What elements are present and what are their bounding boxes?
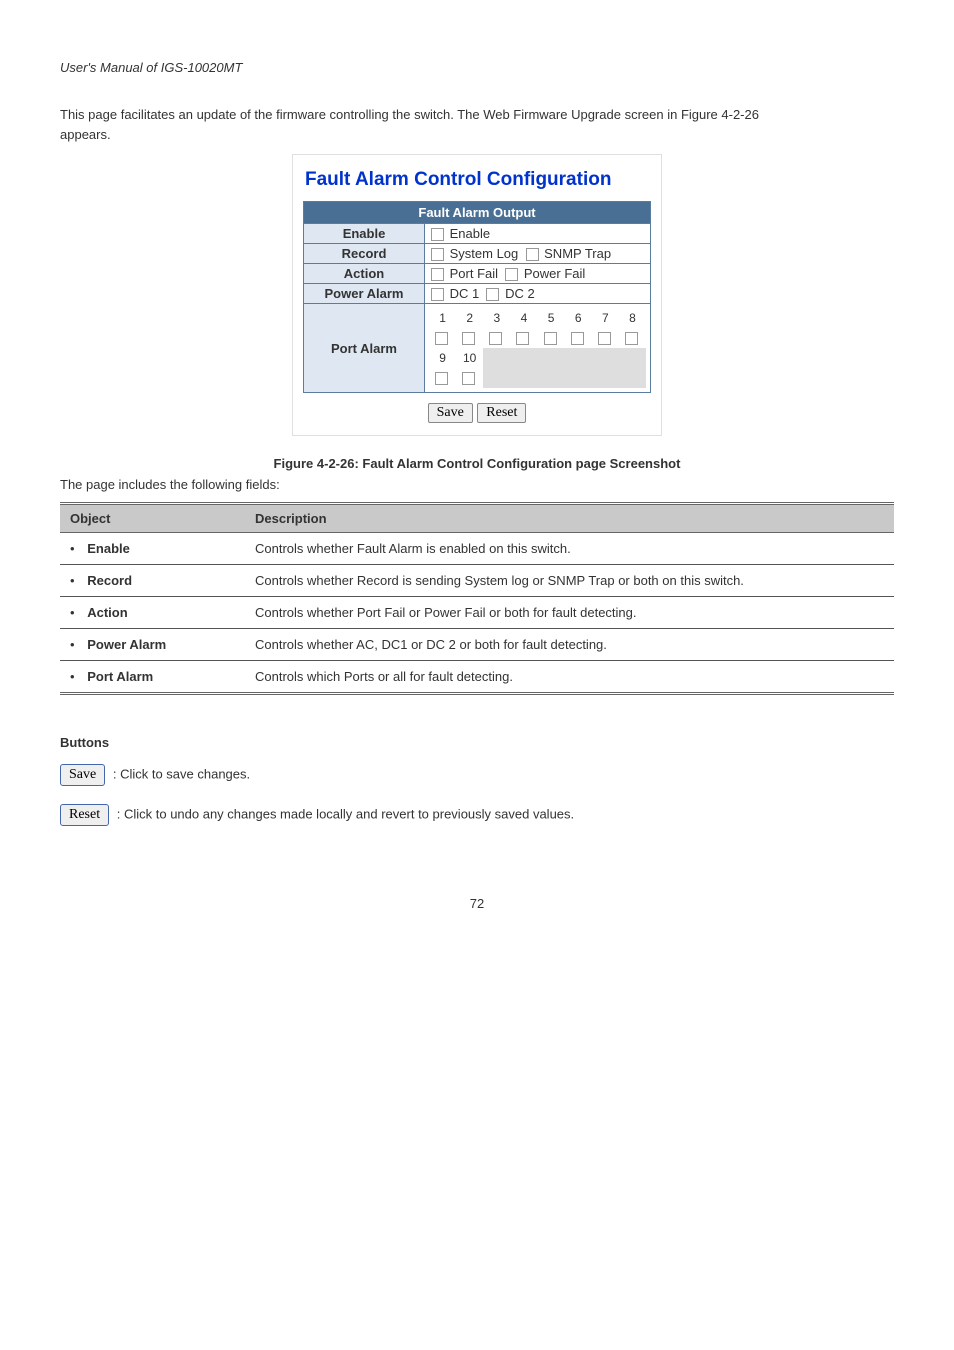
port-blank xyxy=(592,368,619,388)
panel-title: Fault Alarm Control Configuration xyxy=(305,169,651,191)
port-blank xyxy=(619,348,646,368)
action-portfail-checkbox[interactable] xyxy=(431,268,444,281)
table-header: Fault Alarm Output xyxy=(304,202,651,224)
row-label-enable: Enable xyxy=(304,224,425,244)
record-systemlog-checkbox[interactable] xyxy=(431,248,444,261)
buttons-heading: Buttons xyxy=(60,735,894,750)
reset-button[interactable]: Reset xyxy=(477,403,526,423)
port-num: 6 xyxy=(565,308,592,328)
port-1-checkbox[interactable] xyxy=(435,332,448,345)
port-num: 8 xyxy=(619,308,646,328)
port-blank xyxy=(538,348,565,368)
port-num: 4 xyxy=(510,308,537,328)
figure-caption: Figure 4-2-26: Fault Alarm Control Confi… xyxy=(60,456,894,471)
header-left: User's Manual of IGS-10020MT xyxy=(60,60,242,75)
action-powerfail-label: Power Fail xyxy=(524,266,585,281)
table-row: • Action Controls whether Port Fail or P… xyxy=(60,597,894,629)
row-label-action: Action xyxy=(304,264,425,284)
port-blank xyxy=(483,368,510,388)
port-num: 7 xyxy=(592,308,619,328)
page-number: 72 xyxy=(60,896,894,911)
power-dc1-checkbox[interactable] xyxy=(431,288,444,301)
bullet-icon: • xyxy=(70,637,80,652)
save-button[interactable]: Save xyxy=(428,403,473,423)
record-snmptrap-checkbox[interactable] xyxy=(526,248,539,261)
port-10-checkbox[interactable] xyxy=(462,372,475,385)
port-4-checkbox[interactable] xyxy=(516,332,529,345)
port-blank xyxy=(483,348,510,368)
bullet-icon: • xyxy=(70,605,80,620)
save-button-2[interactable]: Save xyxy=(60,764,105,786)
port-blank xyxy=(592,348,619,368)
table-row: • Power Alarm Controls whether AC, DC1 o… xyxy=(60,629,894,661)
enable-option-label: Enable xyxy=(450,226,490,241)
reset-button-2[interactable]: Reset xyxy=(60,804,109,826)
port-blank xyxy=(510,368,537,388)
port-num: 10 xyxy=(456,348,483,368)
config-table: Fault Alarm Output Enable Enable Record … xyxy=(303,201,651,393)
port-num: 2 xyxy=(456,308,483,328)
desc-text: Controls whether Port Fail or Power Fail… xyxy=(245,597,894,629)
row-label-poweralarm: Power Alarm xyxy=(304,284,425,304)
port-blank xyxy=(538,368,565,388)
desc-obj: Power Alarm xyxy=(87,637,166,652)
record-systemlog-label: System Log xyxy=(450,246,519,261)
row-label-portalarm: Port Alarm xyxy=(304,304,425,393)
desc-obj: Enable xyxy=(87,541,130,556)
intro-text: This page facilitates an update of the f… xyxy=(60,107,681,122)
power-dc1-label: DC 1 xyxy=(450,286,480,301)
port-2-checkbox[interactable] xyxy=(462,332,475,345)
port-5-checkbox[interactable] xyxy=(544,332,557,345)
config-panel: Fault Alarm Control Configuration Fault … xyxy=(292,154,662,436)
port-9-checkbox[interactable] xyxy=(435,372,448,385)
record-snmptrap-label: SNMP Trap xyxy=(544,246,611,261)
port-blank xyxy=(565,368,592,388)
port-num: 1 xyxy=(429,308,456,328)
intro-figure-ref: Figure 4-2-26 xyxy=(681,107,759,122)
port-grid: 1 2 3 4 5 6 7 8 xyxy=(429,308,646,388)
bullet-icon: • xyxy=(70,669,80,684)
action-portfail-label: Port Fail xyxy=(450,266,498,281)
desc-obj: Action xyxy=(87,605,127,620)
table-row: • Record Controls whether Record is send… xyxy=(60,565,894,597)
port-blank xyxy=(510,348,537,368)
bullet-icon: • xyxy=(70,573,80,588)
desc-text: Controls whether AC, DC1 or DC 2 or both… xyxy=(245,629,894,661)
table-row: • Enable Controls whether Fault Alarm is… xyxy=(60,533,894,565)
desc-header-object: Object xyxy=(60,504,245,533)
port-6-checkbox[interactable] xyxy=(571,332,584,345)
desc-text: Controls whether Fault Alarm is enabled … xyxy=(245,533,894,565)
power-dc2-label: DC 2 xyxy=(505,286,535,301)
bullet-icon: • xyxy=(70,541,80,556)
power-dc2-checkbox[interactable] xyxy=(486,288,499,301)
desc-obj: Record xyxy=(87,573,132,588)
desc-text: Controls whether Record is sending Syste… xyxy=(245,565,894,597)
port-blank xyxy=(565,348,592,368)
reset-desc: : Click to undo any changes made locally… xyxy=(117,807,574,822)
port-7-checkbox[interactable] xyxy=(598,332,611,345)
table-row: • Port Alarm Controls which Ports or all… xyxy=(60,661,894,694)
port-num: 5 xyxy=(538,308,565,328)
port-8-checkbox[interactable] xyxy=(625,332,638,345)
save-desc: : Click to save changes. xyxy=(113,767,250,782)
figure-note: The page includes the following fields: xyxy=(60,477,894,492)
desc-text: Controls which Ports or all for fault de… xyxy=(245,661,894,694)
port-num: 9 xyxy=(429,348,456,368)
row-label-record: Record xyxy=(304,244,425,264)
enable-checkbox[interactable] xyxy=(431,228,444,241)
description-table: Object Description • Enable Controls whe… xyxy=(60,502,894,695)
desc-obj: Port Alarm xyxy=(87,669,153,684)
intro-text-2: appears. xyxy=(60,127,111,142)
port-num: 3 xyxy=(483,308,510,328)
port-3-checkbox[interactable] xyxy=(489,332,502,345)
action-powerfail-checkbox[interactable] xyxy=(505,268,518,281)
port-blank xyxy=(619,368,646,388)
intro-paragraph: This page facilitates an update of the f… xyxy=(60,105,894,144)
desc-header-description: Description xyxy=(245,504,894,533)
